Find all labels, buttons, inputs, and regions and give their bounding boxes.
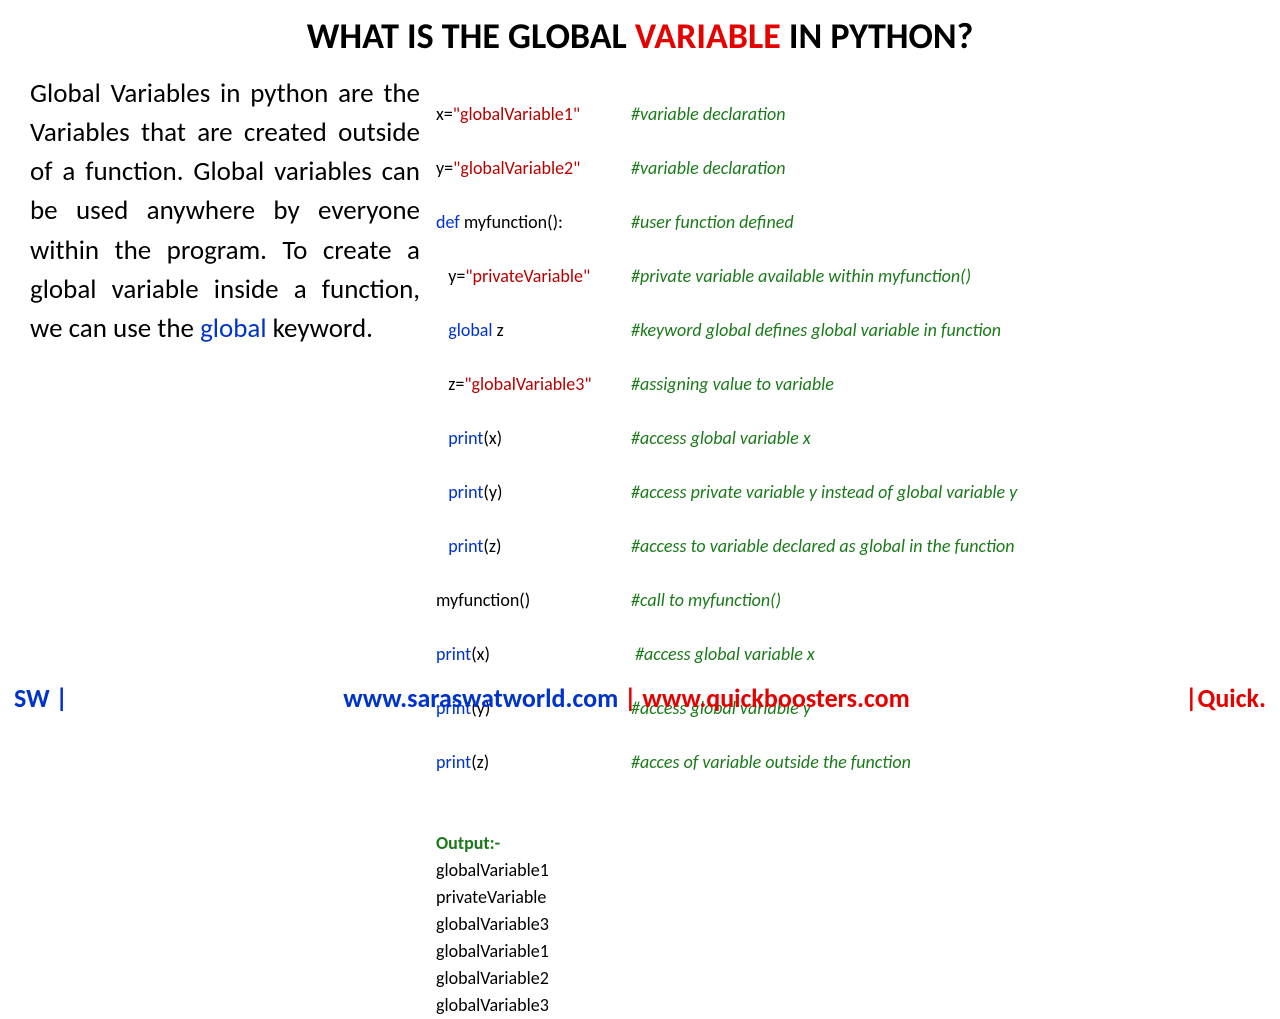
- code-line: print(x)#access global variable x: [436, 425, 1250, 452]
- footer: SW | www.saraswatworld.com | www.quickbo…: [0, 682, 1280, 714]
- code-comment: #access to variable declared as global i…: [631, 533, 1015, 560]
- code-line: print(x) #access global variable x: [436, 641, 1250, 668]
- code-line: def myfunction():#user function defined: [436, 209, 1250, 236]
- code-comment: #keyword global defines global variable …: [631, 317, 1001, 344]
- footer-bar: |: [618, 682, 642, 714]
- content-area: Global Variables in python are the Varia…: [0, 66, 1280, 1019]
- output-line: globalVariable3: [436, 911, 1250, 938]
- code-comment: #access global variable x: [631, 425, 811, 452]
- code-comment: #access global variable x: [631, 641, 815, 668]
- code-block: x="globalVariable1"#variable declaration…: [436, 74, 1250, 830]
- footer-site2: www.quickboosters.com: [642, 682, 909, 714]
- title-pre: WHAT IS THE GLOBAL: [307, 14, 635, 58]
- output-line: globalVariable1: [436, 857, 1250, 884]
- code-comment: #variable declaration: [631, 155, 786, 182]
- code-line: y="privateVariable" #private variable av…: [436, 263, 1250, 290]
- code-comment: #call to myfunction(): [631, 587, 781, 614]
- page-title: WHAT IS THE GLOBAL VARIABLE IN PYTHON?: [0, 0, 1280, 66]
- code-line: myfunction()#call to myfunction(): [436, 587, 1250, 614]
- code-line: print(z)#access to variable declared as …: [436, 533, 1250, 560]
- code-line: print(z)#acces of variable outside the f…: [436, 749, 1250, 776]
- output-line: globalVariable1: [436, 938, 1250, 965]
- description-paragraph: Global Variables in python are the Varia…: [30, 74, 420, 1019]
- code-line: print(y)#access private variable y inste…: [436, 479, 1250, 506]
- code-line: z="globalVariable3" #assigning value to …: [436, 371, 1250, 398]
- output-header: Output:-: [436, 830, 1250, 857]
- code-line: x="globalVariable1"#variable declaration: [436, 101, 1250, 128]
- code-comment: #assigning value to variable: [631, 371, 834, 398]
- para-part1: Global Variables in python are the Varia…: [30, 77, 420, 345]
- title-highlight: VARIABLE: [635, 14, 781, 58]
- footer-sw: SW |: [14, 682, 68, 714]
- code-comment: #access private variable y instead of gl…: [631, 479, 1017, 506]
- footer-links: www.saraswatworld.com | www.quickbooster…: [343, 682, 910, 714]
- title-post: IN PYTHON?: [781, 14, 974, 58]
- footer-right: |Quick.: [1185, 682, 1266, 714]
- footer-site1: www.saraswatworld.com: [343, 682, 618, 714]
- code-line: y="globalVariable2"#variable declaration: [436, 155, 1250, 182]
- code-comment: #acces of variable outside the function: [631, 749, 911, 776]
- output-line: privateVariable: [436, 884, 1250, 911]
- code-comment: #user function defined: [631, 209, 794, 236]
- output-line: globalVariable3: [436, 992, 1250, 1019]
- code-comment: #private variable available within myfun…: [631, 263, 971, 290]
- global-keyword: global: [200, 312, 266, 345]
- para-part2: keyword.: [267, 312, 373, 345]
- code-comment: #variable declaration: [631, 101, 786, 128]
- code-example: x="globalVariable1"#variable declaration…: [436, 74, 1250, 1019]
- output-line: globalVariable2: [436, 965, 1250, 992]
- code-line: global z#keyword global defines global v…: [436, 317, 1250, 344]
